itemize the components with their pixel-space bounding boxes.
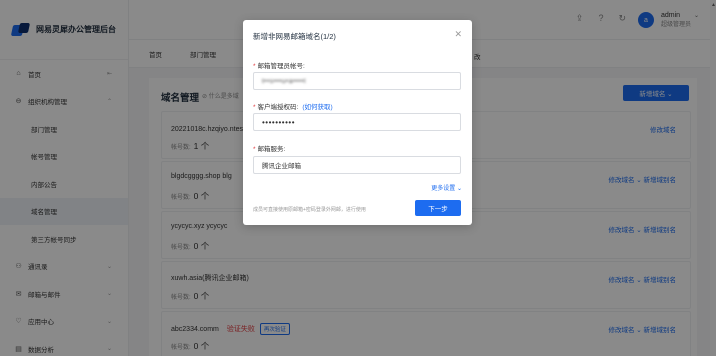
mail-service-field[interactable]: 腾讯企业邮箱 xyxy=(253,156,461,174)
auth-code-label: * 客户端授权码: (如何获取) xyxy=(253,104,333,111)
close-icon[interactable]: ✕ xyxy=(454,29,462,40)
admin-account-label: * 邮箱管理员帐号: xyxy=(253,63,305,70)
add-domain-dialog: 新增非网易邮箱域名(1/2) ✕ * 邮箱管理员帐号: t••s•••u•a•••… xyxy=(243,20,472,225)
how-to-get-link[interactable]: (如何获取) xyxy=(302,104,332,111)
more-settings-toggle[interactable]: 更多设置 ⌄ xyxy=(431,183,462,192)
next-button[interactable]: 下一步 xyxy=(415,200,461,216)
dialog-title: 新增非网易邮箱域名(1/2) xyxy=(253,32,336,41)
admin-account-field[interactable]: t••s•••u•a••••l xyxy=(253,72,461,90)
mail-service-label: * 邮箱服务: xyxy=(253,146,286,153)
dialog-footer-hint: 成员可直接使用原邮箱+密码登录外网邮，进行使用 xyxy=(253,207,366,213)
auth-code-field[interactable]: •••••••••• xyxy=(253,113,461,131)
